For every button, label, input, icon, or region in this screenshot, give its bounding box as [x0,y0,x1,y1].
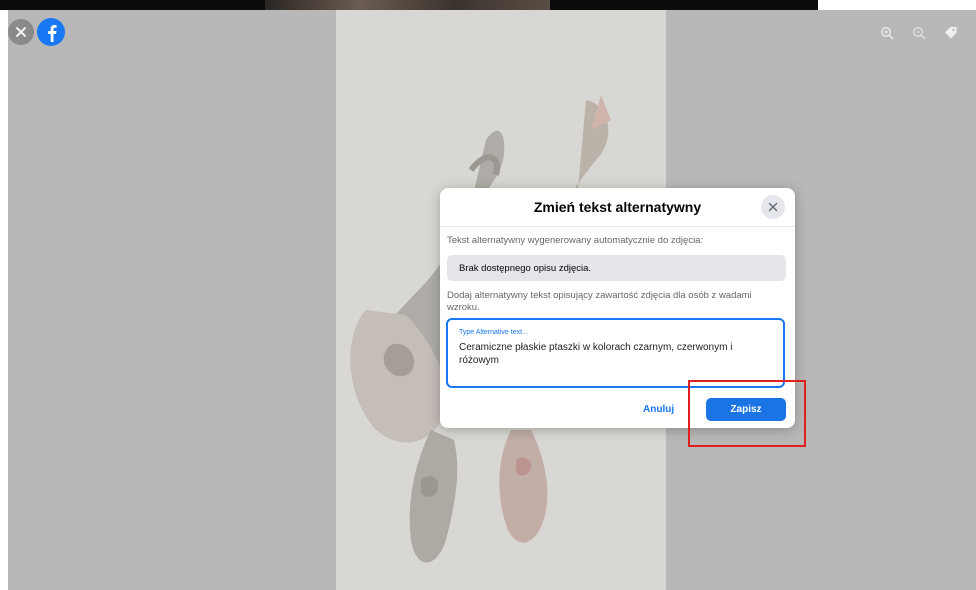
close-icon [768,202,778,212]
auto-alt-text-box: Brak dostępnego opisu zdjęcia. [447,255,786,281]
auto-alt-text-value: Brak dostępnego opisu zdjęcia. [459,263,592,274]
zoom-in-icon [880,26,894,40]
alt-text-input-label: Type Alternative text... [459,329,528,336]
alt-text-input[interactable]: Type Alternative text... Ceramiczne płas… [446,318,785,388]
facebook-logo[interactable] [37,18,65,46]
alt-text-input-value[interactable]: Ceramiczne płaskie ptaszki w kolorach cz… [459,341,759,367]
close-icon [16,27,26,37]
highlight-annotation [688,380,806,447]
close-viewer-button[interactable] [8,19,34,45]
photo-edge [265,0,550,10]
auto-alt-text-label: Tekst alternatywny wygenerowany automaty… [447,235,704,246]
facebook-logo-icon [48,25,57,42]
zoom-in-button[interactable] [878,24,896,42]
page-top-strip [0,0,818,10]
dialog-header: Zmień tekst alternatywny [440,188,795,227]
dialog-close-button[interactable] [761,195,785,219]
custom-alt-text-label: Dodaj alternatywny tekst opisujący zawar… [447,290,752,313]
cancel-button[interactable]: Anuluj [643,404,674,415]
tag-button[interactable] [942,24,960,42]
zoom-out-button[interactable] [910,24,928,42]
zoom-out-icon [912,26,926,40]
dialog-title: Zmień tekst alternatywny [533,199,702,215]
viewer-toolbar [878,24,960,42]
tag-icon [945,27,957,39]
